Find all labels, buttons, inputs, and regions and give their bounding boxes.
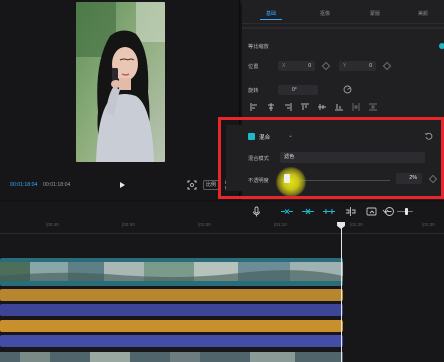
ratio-button[interactable]: 比例	[203, 180, 220, 190]
playhead-line[interactable]	[340, 228, 342, 362]
align-bottom-icon[interactable]	[335, 103, 343, 111]
inspector-tabs: 基础 抠像 蒙版 美颜	[242, 8, 444, 20]
tab-beauty[interactable]: 美颜	[418, 8, 428, 20]
position-x-field[interactable]: X 0	[278, 61, 315, 71]
ruler-tick-label: |00:40	[46, 222, 59, 227]
align-vcenter-icon[interactable]	[318, 103, 326, 111]
ruler-tick-label: |01:20	[350, 222, 363, 227]
position-label: 位置	[248, 64, 259, 70]
total-timecode: 00:01:18:04	[43, 182, 71, 188]
ruler-tick-label: |01:10	[274, 222, 287, 227]
link-icon[interactable]	[280, 206, 294, 217]
position-y-field[interactable]: Y 0	[339, 61, 376, 71]
rotation-label: 旋转	[248, 88, 259, 94]
tab-mask[interactable]: 蒙版	[370, 8, 380, 20]
zoom-slider-icon[interactable]	[396, 206, 414, 217]
effect-track[interactable]	[0, 335, 343, 347]
clip-thumbnails	[0, 352, 343, 362]
ruler-tick-label: |01:00	[198, 222, 211, 227]
position-x-value: 0	[308, 63, 311, 69]
audio-track[interactable]	[0, 320, 343, 332]
align-top-icon[interactable]	[301, 103, 309, 111]
video-clip-track[interactable]	[0, 352, 343, 362]
scale-slider-track[interactable]	[242, 27, 444, 29]
align-hcenter-icon[interactable]	[267, 103, 275, 111]
x-axis-label: X	[282, 63, 286, 69]
zoom-out-icon[interactable]	[384, 206, 395, 217]
uniform-scale-toggle[interactable]	[439, 43, 444, 49]
mic-icon[interactable]	[251, 206, 262, 217]
ruler-tick-label: |01:30	[422, 222, 435, 227]
keyframe-icon[interactable]	[321, 61, 331, 71]
linkage-icon[interactable]	[322, 206, 336, 217]
clip-thumbnails	[0, 262, 343, 281]
rotate-icon[interactable]	[342, 84, 353, 95]
video-preview	[76, 2, 165, 162]
align-left-icon[interactable]	[250, 103, 258, 111]
alignment-toolbar	[248, 101, 398, 113]
play-icon	[120, 182, 125, 188]
time-ruler[interactable]: |00:40 |00:50 |01:00 |01:10 |01:20 |01:3…	[0, 222, 444, 234]
rotation-value: 0°	[292, 87, 297, 93]
timeline-toolbar	[0, 202, 444, 222]
position-y-value: 0	[369, 63, 372, 69]
player-panel: 00:01:18:04 00:01:18:04 比例	[0, 0, 240, 200]
preview-icon[interactable]	[366, 206, 377, 217]
y-axis-label: Y	[343, 63, 347, 69]
fit-icon[interactable]	[187, 180, 197, 190]
align-right-icon[interactable]	[284, 103, 292, 111]
play-button[interactable]	[117, 180, 127, 190]
audio-track[interactable]	[0, 289, 343, 301]
ruler-tick-label: |00:50	[122, 222, 135, 227]
split-icon[interactable]	[345, 206, 356, 217]
keyframe-icon[interactable]	[382, 61, 392, 71]
distribute-h-icon[interactable]	[352, 103, 360, 111]
distribute-v-icon[interactable]	[369, 103, 377, 111]
snap-icon[interactable]	[301, 206, 315, 217]
rotation-field[interactable]: 0°	[278, 85, 318, 95]
video-frame-image	[76, 2, 165, 162]
tab-cutout[interactable]: 抠像	[320, 8, 330, 20]
uniform-scale-label: 等比缩放	[248, 44, 269, 50]
timeline-panel: |00:40 |00:50 |01:00 |01:10 |01:20 |01:3…	[0, 202, 444, 362]
tab-divider	[242, 23, 444, 24]
highlight-annotation-box	[218, 117, 444, 199]
tab-basic[interactable]: 基础	[259, 8, 283, 20]
video-clip-track[interactable]	[0, 258, 343, 286]
current-timecode: 00:01:18:04	[10, 182, 38, 188]
player-controls: 00:01:18:04 00:01:18:04 比例	[0, 178, 240, 194]
effect-track[interactable]	[0, 304, 343, 316]
